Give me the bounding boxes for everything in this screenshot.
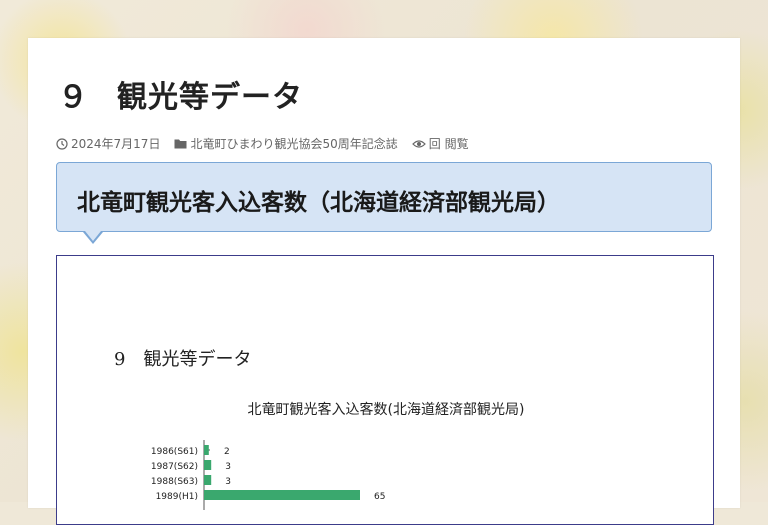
post-title-text: 観光等データ: [117, 80, 303, 115]
document-heading-number: 9: [114, 349, 126, 370]
chart-bar: [204, 490, 360, 500]
section-heading: 北竜町観光客入込客数（北海道経済部観光局）: [77, 190, 560, 216]
post-title: ９ 観光等データ: [58, 72, 303, 116]
chart-bar: [204, 460, 212, 470]
clock-icon: [56, 137, 68, 150]
folder-icon: [174, 139, 187, 149]
post-card: ９ 観光等データ 2024年7月17日 北竜町ひまわり観光協会50周年記念誌 回 …: [28, 38, 740, 525]
chart-value-label: 3: [225, 477, 231, 487]
section-heading-box: 北竜町観光客入込客数（北海道経済部観光局）: [56, 162, 712, 232]
post-date-text: 2024年7月17日: [71, 137, 161, 151]
document-heading-text: 観光等データ: [143, 349, 252, 370]
chart-category-label: 1989(H1): [156, 492, 198, 502]
post-category[interactable]: 北竜町ひまわり観光協会50周年記念誌: [174, 135, 398, 152]
chart-category-label: 1986(S61): [151, 447, 198, 457]
post-views-count: 回: [428, 137, 441, 151]
post-views: 回 閲覧: [411, 135, 469, 152]
chart-bar: [204, 475, 212, 485]
post-meta: 2024年7月17日 北竜町ひまわり観光協会50周年記念誌 回 閲覧: [56, 135, 483, 152]
eye-icon: [411, 139, 426, 148]
chart-bar: [204, 445, 209, 455]
post-title-number: ９: [58, 80, 89, 115]
chart-category-label: 1987(S62): [151, 462, 198, 472]
chart-value-label: 65: [374, 492, 385, 502]
post-category-link[interactable]: 北竜町ひまわり観光協会50周年記念誌: [190, 135, 397, 152]
post-views-label: 閲覧: [444, 137, 469, 151]
chart-value-label: 2: [224, 447, 230, 457]
bar-chart: 1986(S61) 2 1987(S62) 3 1988(S63) 3 1989(H1) 65: [151, 440, 385, 510]
post-date: 2024年7月17日: [56, 135, 160, 152]
chart-value-label: 3: [225, 462, 231, 472]
chart-category-label: 1988(S63): [151, 477, 198, 487]
speech-bubble-tail-fill: [85, 231, 101, 241]
document-heading: 9 観光等データ: [114, 345, 251, 371]
chart-title: 北竜町観光客入込客数(北海道経済部観光局): [247, 402, 525, 418]
embedded-document: 9 観光等データ 北竜町観光客入込客数(北海道経済部観光局) 1986(S61) 2…: [56, 255, 714, 525]
